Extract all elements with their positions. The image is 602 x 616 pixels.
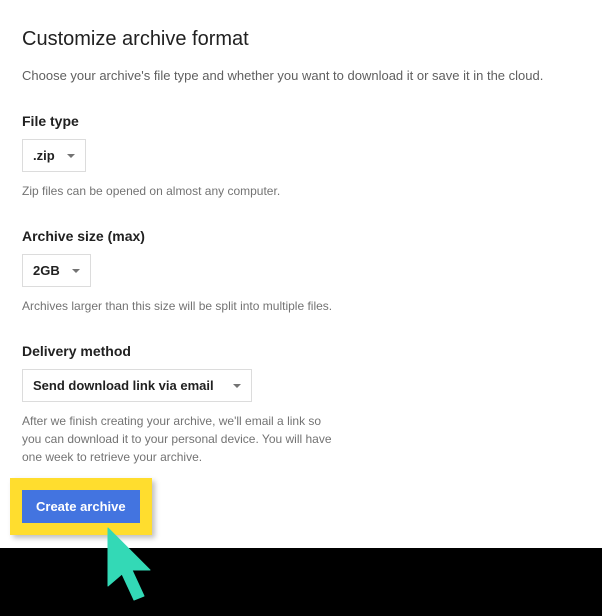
delivery-select[interactable]: Send download link via email: [22, 369, 252, 402]
archivesize-group: Archive size (max) 2GB Archives larger t…: [22, 228, 580, 315]
caret-down-icon: [233, 384, 241, 388]
footer-bar: [0, 548, 602, 616]
delivery-label: Delivery method: [22, 343, 580, 359]
filetype-helper: Zip files can be opened on almost any co…: [22, 182, 342, 200]
archivesize-helper: Archives larger than this size will be s…: [22, 297, 342, 315]
caret-down-icon: [67, 154, 75, 158]
archivesize-select[interactable]: 2GB: [22, 254, 91, 287]
main-content: Customize archive format Choose your arc…: [0, 0, 602, 466]
create-archive-button[interactable]: Create archive: [22, 490, 140, 523]
filetype-value: .zip: [33, 148, 55, 163]
filetype-select[interactable]: .zip: [22, 139, 86, 172]
page-title: Customize archive format: [22, 28, 580, 51]
page-description: Choose your archive's file type and whet…: [22, 67, 580, 85]
highlight-annotation: Create archive: [10, 478, 152, 535]
delivery-helper: After we finish creating your archive, w…: [22, 412, 342, 466]
archivesize-label: Archive size (max): [22, 228, 580, 244]
delivery-group: Delivery method Send download link via e…: [22, 343, 580, 466]
filetype-group: File type .zip Zip files can be opened o…: [22, 113, 580, 200]
delivery-value: Send download link via email: [33, 378, 214, 393]
archivesize-value: 2GB: [33, 263, 60, 278]
filetype-label: File type: [22, 113, 580, 129]
caret-down-icon: [72, 269, 80, 273]
